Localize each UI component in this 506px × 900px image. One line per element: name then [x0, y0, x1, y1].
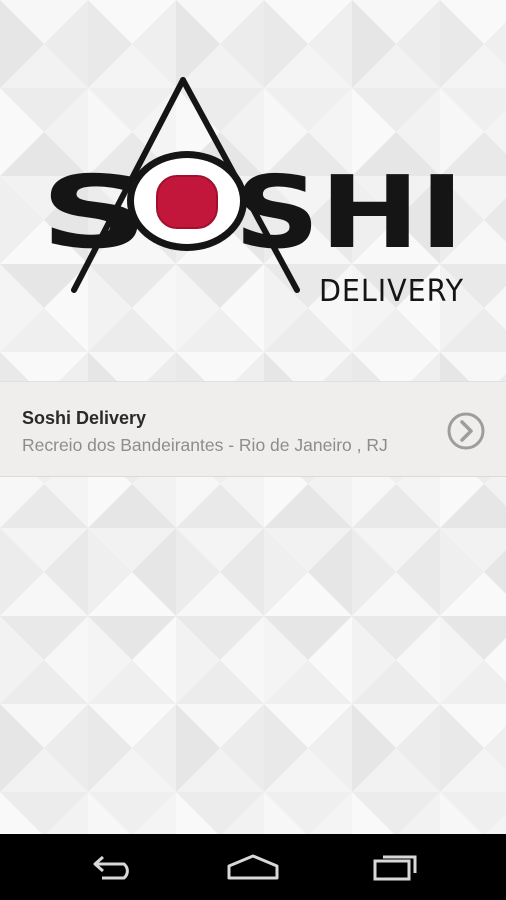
svg-text:DELIVERY: DELIVERY [319, 274, 464, 309]
home-icon[interactable] [208, 844, 298, 890]
recent-apps-icon[interactable] [350, 844, 440, 890]
store-name: Soshi Delivery [22, 408, 147, 428]
store-address: Recreio dos Bandeirantes - Rio de Janeir… [22, 435, 388, 455]
sushi-roll-icon [127, 151, 247, 251]
soshi-logo: S SHI DELIVERY [0, 60, 506, 320]
store-list-item[interactable]: Soshi Delivery Recreio dos Bandeirantes … [0, 381, 506, 477]
system-navigation-bar [0, 834, 506, 900]
svg-text:SHI: SHI [234, 154, 464, 271]
chevron-right-circle-icon[interactable] [446, 411, 486, 451]
back-icon[interactable] [68, 844, 158, 890]
